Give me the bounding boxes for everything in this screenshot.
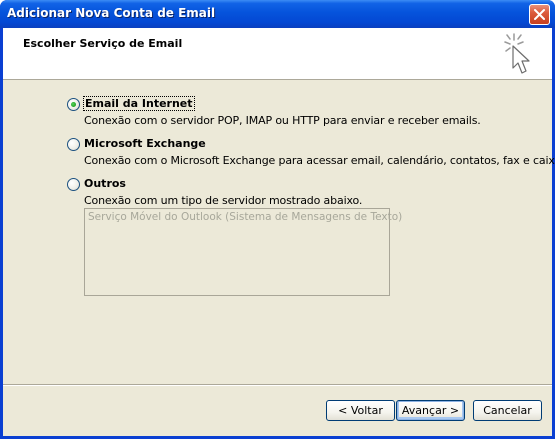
listbox-item: Serviço Móvel do Outlook (Sistema de Men… bbox=[88, 211, 403, 223]
radio-microsoft-exchange[interactable] bbox=[67, 138, 80, 151]
window-title: Adicionar Nova Conta de Email bbox=[7, 6, 216, 20]
option-desc-microsoft-exchange: Conexão com o Microsoft Exchange para ac… bbox=[84, 154, 555, 167]
wizard-header: Escolher Serviço de Email bbox=[3, 28, 552, 80]
wizard-cursor-icon bbox=[504, 33, 530, 74]
radio-selected-dot bbox=[71, 102, 76, 107]
back-button[interactable]: < Voltar bbox=[326, 400, 395, 421]
cancel-button[interactable]: Cancelar bbox=[473, 400, 542, 421]
title-bar[interactable]: Adicionar Nova Conta de Email bbox=[0, 0, 555, 28]
other-servers-listbox: Serviço Móvel do Outlook (Sistema de Men… bbox=[84, 208, 402, 296]
option-label-internet-email[interactable]: Email da Internet bbox=[83, 96, 195, 111]
close-icon bbox=[534, 9, 545, 20]
page-title: Escolher Serviço de Email bbox=[23, 37, 183, 50]
close-button[interactable] bbox=[529, 4, 550, 25]
dialog-body: Escolher Serviço de Email Email da Inter… bbox=[3, 28, 555, 436]
option-desc-internet-email: Conexão com o servidor POP, IMAP ou HTTP… bbox=[84, 114, 481, 127]
option-desc-others: Conexão com um tipo de servidor mostrado… bbox=[84, 194, 363, 207]
option-label-microsoft-exchange[interactable]: Microsoft Exchange bbox=[84, 137, 206, 150]
radio-others[interactable] bbox=[67, 178, 80, 191]
dialog-window: Adicionar Nova Conta de Email Escolher S… bbox=[0, 0, 555, 439]
next-button[interactable]: Avançar > bbox=[396, 400, 465, 421]
footer-divider bbox=[3, 384, 552, 386]
radio-internet-email[interactable] bbox=[67, 98, 80, 111]
option-label-others[interactable]: Outros bbox=[84, 177, 126, 190]
